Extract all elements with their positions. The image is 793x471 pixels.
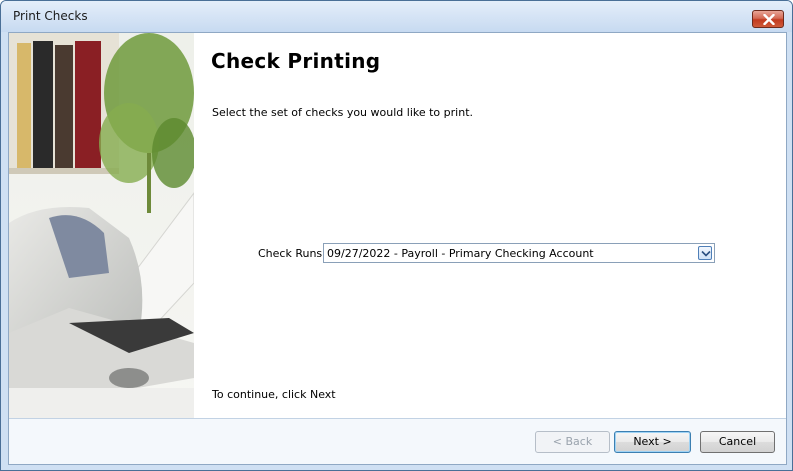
instruction-text: Select the set of checks you would like …: [212, 106, 473, 119]
back-button[interactable]: < Back: [535, 431, 610, 453]
button-bar: < Back Next > Cancel: [9, 418, 786, 464]
print-checks-window: Print Checks Check Printing Select the s…: [0, 0, 793, 471]
check-runs-selected-value: 09/27/2022 - Payroll - Primary Checking …: [327, 247, 594, 260]
close-icon: [763, 14, 775, 25]
close-button[interactable]: [752, 10, 784, 28]
dialog-client-area: Check Printing Select the set of checks …: [8, 32, 787, 465]
page-title: Check Printing: [211, 49, 381, 73]
content-panel: Check Printing Select the set of checks …: [194, 33, 786, 418]
title-bar[interactable]: Print Checks: [1, 1, 792, 32]
check-runs-label: Check Runs: [258, 247, 323, 260]
window-title: Print Checks: [13, 9, 88, 23]
continue-hint: To continue, click Next: [212, 388, 336, 401]
dropdown-button[interactable]: [698, 246, 712, 260]
chevron-down-icon: [701, 250, 711, 257]
next-button[interactable]: Next >: [614, 431, 691, 453]
printer-illustration: [9, 33, 194, 418]
cancel-button[interactable]: Cancel: [700, 431, 775, 453]
check-runs-dropdown[interactable]: 09/27/2022 - Payroll - Primary Checking …: [323, 243, 715, 263]
